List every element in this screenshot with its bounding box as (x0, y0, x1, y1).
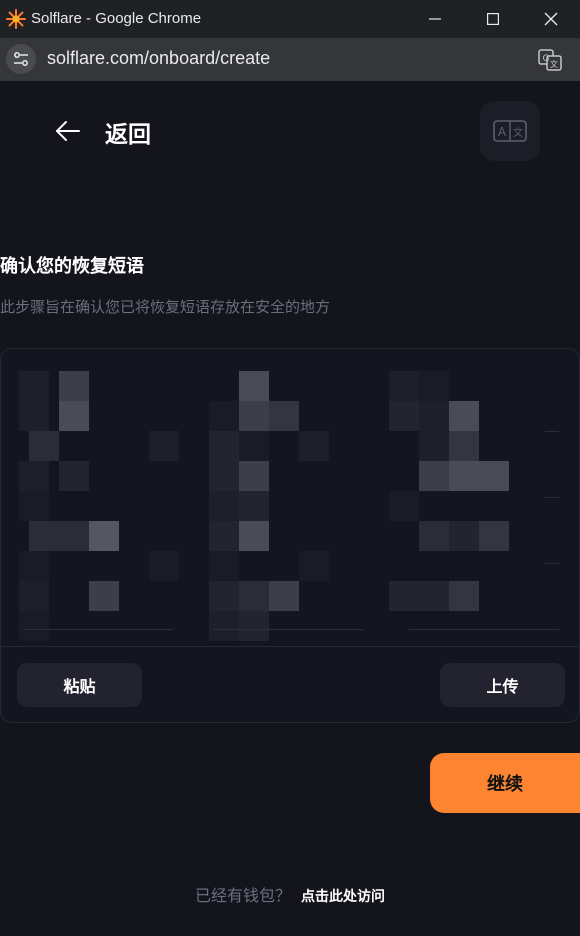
obscured-word-tile (89, 521, 119, 551)
obscured-word-tile (19, 401, 49, 431)
back-button[interactable]: 返回 (105, 115, 151, 149)
upload-button[interactable]: 上传 (440, 663, 565, 707)
obscured-word-tile (19, 581, 49, 611)
obscured-word-tile (209, 521, 239, 551)
obscured-word-tile (19, 491, 49, 521)
word-input-underline (545, 431, 559, 432)
obscured-word-tile (149, 431, 179, 461)
word-input-underline (23, 629, 173, 630)
obscured-word-tile (239, 611, 269, 641)
obscured-word-tile (19, 551, 49, 581)
maximize-icon (487, 13, 499, 25)
obscured-word-tile (239, 401, 269, 431)
close-icon (544, 12, 558, 26)
svg-text:文: 文 (513, 126, 523, 139)
svg-text:文: 文 (550, 59, 558, 69)
word-input-underline (213, 629, 363, 630)
obscured-word-tile (419, 371, 449, 401)
obscured-word-tile (479, 461, 509, 491)
window-titlebar: Solflare - Google Chrome (0, 0, 580, 38)
svg-text:A: A (498, 125, 507, 139)
close-button[interactable] (522, 0, 580, 38)
footer: 已经有钱包？ 点击此处访问 (0, 882, 580, 906)
obscured-word-tile (239, 431, 269, 461)
obscured-word-tile (209, 491, 239, 521)
obscured-word-tile (419, 431, 449, 461)
access-wallet-link[interactable]: 点击此处访问 (301, 889, 385, 905)
obscured-word-tile (449, 401, 479, 431)
obscured-word-tile (239, 581, 269, 611)
obscured-word-tile (149, 551, 179, 581)
obscured-word-tile (209, 581, 239, 611)
obscured-word-tile (269, 401, 299, 431)
obscured-word-tile (479, 521, 509, 551)
minimize-icon (429, 18, 441, 20)
page-title: 确认您的恢复短语 (0, 256, 144, 277)
obscured-word-tile (89, 581, 119, 611)
obscured-word-tile (239, 461, 269, 491)
recovery-phrase-inputs[interactable] (1, 349, 579, 646)
obscured-word-tile (209, 551, 239, 581)
obscured-word-tile (19, 461, 49, 491)
obscured-word-tile (419, 401, 449, 431)
word-input-underline (545, 563, 559, 564)
obscured-word-tile (419, 461, 449, 491)
obscured-word-tile (29, 521, 59, 551)
arrow-left-icon[interactable] (54, 117, 82, 145)
obscured-word-tile (29, 431, 59, 461)
language-button[interactable]: A 文 (480, 101, 540, 161)
obscured-word-tile (209, 401, 239, 431)
obscured-word-tile (389, 491, 419, 521)
minimize-button[interactable] (406, 0, 464, 38)
url-text[interactable]: solflare.com/onboard/create (47, 48, 270, 69)
solflare-sun-icon (6, 9, 26, 29)
obscured-word-tile (389, 371, 419, 401)
recovery-phrase-card: 粘贴 上传 (0, 348, 580, 723)
obscured-word-tile (239, 491, 269, 521)
obscured-word-tile (449, 581, 479, 611)
continue-button[interactable]: 继续 (430, 753, 580, 813)
obscured-word-tile (419, 581, 449, 611)
tune-icon (14, 52, 28, 66)
obscured-word-tile (389, 401, 419, 431)
obscured-word-tile (59, 521, 89, 551)
footer-question: 已经有钱包？ (194, 886, 291, 905)
site-info-button[interactable] (6, 44, 36, 74)
obscured-word-tile (59, 371, 89, 401)
obscured-word-tile (299, 431, 329, 461)
obscured-word-tile (449, 461, 479, 491)
word-input-underline (409, 629, 559, 630)
svg-text:G: G (543, 54, 550, 64)
maximize-button[interactable] (464, 0, 522, 38)
obscured-word-tile (239, 521, 269, 551)
obscured-word-tile (269, 581, 299, 611)
page-subtitle: 此步骤旨在确认您已将恢复短语存放在安全的地方 (0, 298, 331, 316)
obscured-word-tile (19, 371, 49, 401)
obscured-word-tile (209, 431, 239, 461)
obscured-word-tile (299, 551, 329, 581)
obscured-word-tile (449, 521, 479, 551)
card-divider (1, 646, 579, 647)
translate-page-icon[interactable]: G 文 (537, 47, 563, 73)
obscured-word-tile (419, 521, 449, 551)
obscured-word-tile (59, 401, 89, 431)
translate-icon: A 文 (493, 120, 527, 142)
obscured-word-tile (209, 611, 239, 641)
obscured-word-tile (239, 371, 269, 401)
obscured-word-tile (19, 611, 49, 641)
word-input-underline (545, 497, 559, 498)
paste-button[interactable]: 粘贴 (17, 663, 142, 707)
obscured-word-tile (59, 461, 89, 491)
obscured-word-tile (449, 431, 479, 461)
obscured-word-tile (389, 581, 419, 611)
obscured-word-tile (209, 461, 239, 491)
window-title: Solflare - Google Chrome (31, 10, 202, 27)
